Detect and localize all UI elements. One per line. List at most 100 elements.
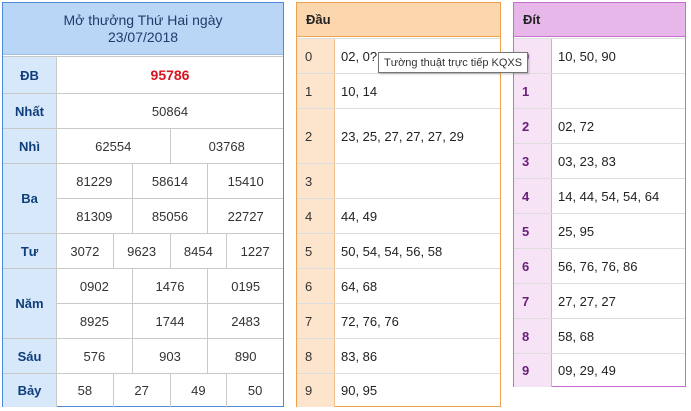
dit-values: 10, 50, 90 — [558, 48, 616, 64]
dit-digit: 5 — [514, 214, 552, 248]
prize-label: ĐB — [3, 57, 57, 93]
dit-row: 9 09, 29, 49 — [514, 353, 685, 387]
dit-digit: 8 — [514, 319, 552, 353]
prize-number: 576 — [83, 348, 106, 364]
tooltip: Tường thuật trực tiếp KQXS — [378, 52, 529, 73]
results-table: Mở thưởng Thứ Hai ngày 23/07/2018 ĐB 9578… — [2, 2, 284, 407]
prize-label: Bảy — [3, 374, 57, 407]
dit-row: 7 27, 27, 27 — [514, 283, 685, 318]
prize-row: ĐB 95786 — [3, 56, 283, 93]
prize-row: Bảy 58 27 49 50 — [3, 373, 283, 407]
prize-label: Tư — [3, 234, 57, 268]
dau-row: 8 83, 86 — [297, 338, 500, 373]
prize-number: 58 — [77, 383, 93, 398]
dit-values: 25, 95 — [558, 223, 595, 239]
dau-row: 6 64, 68 — [297, 268, 500, 303]
dit-row: 1 — [514, 73, 685, 108]
dit-digit: 3 — [514, 144, 552, 178]
prize-number: 81309 — [76, 208, 113, 224]
dit-values: 27, 27, 27 — [558, 293, 616, 309]
dit-values: 09, 29, 49 — [558, 363, 616, 378]
dit-row: 2 02, 72 — [514, 108, 685, 143]
prize-number: 85056 — [131, 199, 208, 233]
dau-values: 72, 76, 76 — [341, 313, 399, 329]
dit-digit: 6 — [514, 249, 552, 283]
dau-row: 4 44, 49 — [297, 198, 500, 233]
dau-row: 7 72, 76, 76 — [297, 303, 500, 338]
prize-number: 62554 — [95, 138, 132, 154]
prize-number: 50864 — [151, 103, 189, 119]
dau-digit: 3 — [297, 164, 335, 198]
results-title: Mở thưởng Thứ Hai ngày 23/07/2018 — [3, 3, 283, 55]
dau-row: 3 — [297, 163, 500, 198]
prize-number: 15410 — [207, 164, 283, 198]
dit-row: 6 56, 76, 76, 86 — [514, 248, 685, 283]
dau-digit: 7 — [297, 304, 335, 338]
prize-number: 03768 — [169, 129, 284, 163]
prize-row: Nhì 62554 03768 — [3, 128, 283, 163]
dau-digit: 9 — [297, 374, 335, 407]
dau-digit: 1 — [297, 74, 335, 108]
prize-label: Nhất — [3, 94, 57, 128]
dit-values: 14, 44, 54, 54, 64 — [558, 188, 660, 204]
prize-row: Ba 81229 58614 15410 81309 85056 22727 — [3, 163, 283, 233]
results-title-line1: Mở thưởng Thứ Hai ngày — [63, 11, 223, 28]
dau-digit: 2 — [297, 109, 335, 163]
dau-digit: 8 — [297, 339, 335, 373]
special-prize-number: 95786 — [150, 67, 190, 83]
prize-label: Nhì — [3, 129, 57, 163]
dau-values: 10, 14 — [341, 83, 378, 99]
dit-header: Đít — [514, 3, 685, 37]
dit-digit: 7 — [514, 284, 552, 318]
dau-row: 5 50, 54, 54, 56, 58 — [297, 233, 500, 268]
prize-number: 1227 — [226, 234, 283, 268]
dau-digit: 4 — [297, 199, 335, 233]
prize-label: Ba — [3, 164, 57, 233]
dau-values: 44, 49 — [341, 208, 378, 224]
dau-row: 9 90, 95 — [297, 373, 500, 407]
dau-values: 90, 95 — [341, 383, 378, 398]
prize-number: 49 — [169, 374, 227, 407]
dau-row: 2 23, 25, 27, 27, 27, 29 — [297, 108, 500, 163]
prize-number: 1476 — [131, 269, 208, 303]
dit-digit: 1 — [514, 74, 552, 108]
dau-values — [335, 164, 500, 198]
dit-digit: 4 — [514, 179, 552, 213]
dit-row: 3 03, 23, 83 — [514, 143, 685, 178]
dau-row: 1 10, 14 — [297, 73, 500, 108]
dau-digit: 0 — [297, 39, 335, 73]
prize-number: 903 — [131, 339, 208, 373]
prize-label: Năm — [3, 269, 57, 338]
dit-values — [552, 74, 685, 108]
prize-number: 8454 — [169, 234, 227, 268]
dit-row: 5 25, 95 — [514, 213, 685, 248]
dau-values: 64, 68 — [341, 278, 378, 294]
prize-row: Sáu 576 903 890 — [3, 338, 283, 373]
dit-row: 8 58, 68 — [514, 318, 685, 353]
dit-values: 02, 72 — [558, 118, 595, 134]
prize-number: 1744 — [131, 304, 208, 338]
dit-digit: 2 — [514, 109, 552, 143]
prize-number: 9623 — [112, 234, 170, 268]
prize-number: 0195 — [207, 269, 283, 303]
dau-digit: 5 — [297, 234, 335, 268]
prize-number: 8925 — [79, 313, 109, 329]
prize-number: 27 — [112, 374, 170, 407]
prize-row: Năm 0902 1476 0195 8925 1744 2483 — [3, 268, 283, 338]
dit-row: 010, 50, 90 — [514, 38, 685, 73]
dit-values: 03, 23, 83 — [558, 153, 616, 169]
prize-number: 2483 — [207, 304, 283, 338]
prize-number: 0902 — [79, 278, 109, 294]
dit-digit: 9 — [514, 354, 552, 387]
dit-table: Đít 010, 50, 9012 02, 72 3 03, 23, 83 4 14, 4… — [513, 2, 686, 387]
prize-row: Tư 3072 9623 8454 1227 — [3, 233, 283, 268]
dau-values: 23, 25, 27, 27, 27, 29 — [341, 128, 464, 144]
dit-values: 56, 76, 76, 86 — [558, 258, 638, 274]
dau-values: 83, 86 — [341, 348, 378, 364]
prize-row: Nhất 50864 — [3, 93, 283, 128]
results-title-date: 23/07/2018 — [107, 28, 179, 45]
dit-values: 58, 68 — [558, 328, 595, 344]
prize-label: Sáu — [3, 339, 57, 373]
prize-number: 50 — [226, 374, 283, 407]
prize-number: 22727 — [207, 199, 283, 233]
